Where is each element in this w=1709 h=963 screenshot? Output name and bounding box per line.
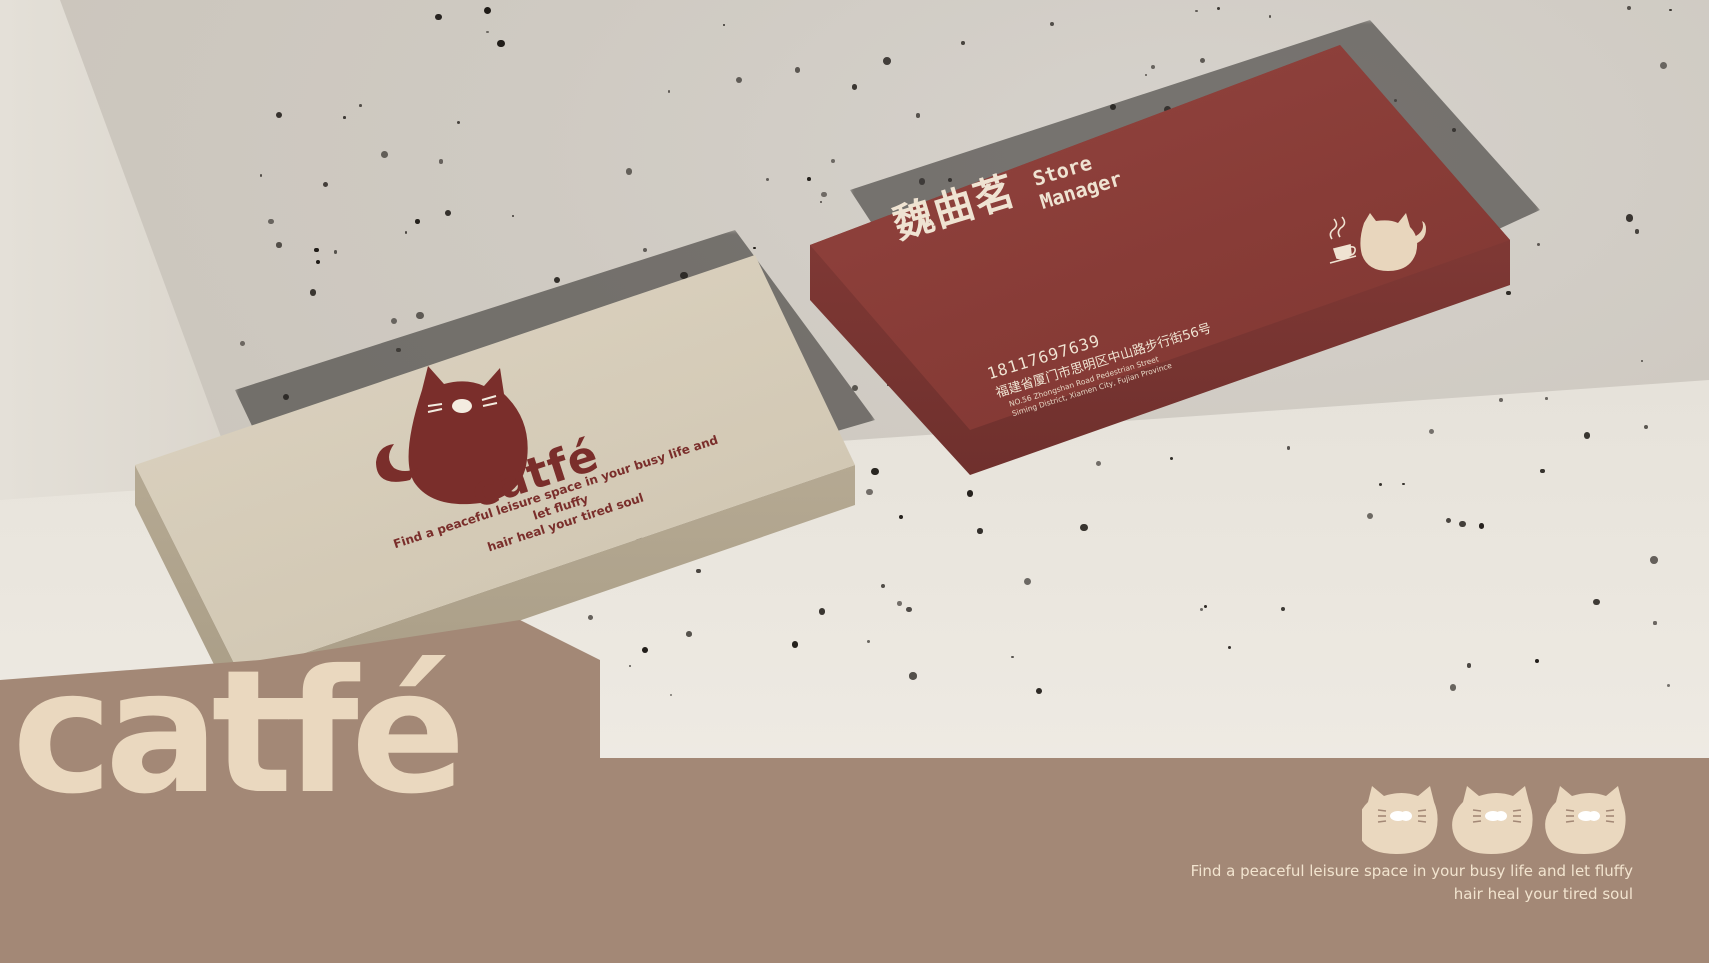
speckle-dot [906, 606, 912, 613]
speckle-dot [259, 174, 263, 177]
cat-head-icon [1362, 786, 1438, 854]
speckle-dot [497, 39, 505, 48]
speckle-dot [1498, 397, 1503, 402]
speckle-dot [512, 214, 515, 217]
speckle-dot [882, 57, 891, 65]
speckle-dot [806, 177, 811, 182]
speckle-dot [1659, 62, 1667, 70]
cat-silhouette-icon [1360, 213, 1426, 271]
speckle-dot [1545, 397, 1548, 400]
speckle-dot [736, 77, 743, 84]
speckle-dot [359, 104, 363, 108]
speckle-dot [1049, 21, 1054, 26]
speckle-dot [381, 151, 388, 159]
speckle-dot [1536, 242, 1541, 247]
speckle-dot [1144, 73, 1148, 77]
speckle-dot [896, 601, 902, 606]
speckle-dot [977, 528, 983, 534]
banner-tagline-line-2: hair heal your tired soul [1453, 885, 1633, 903]
speckle-dot [667, 90, 671, 93]
speckle-dot [404, 231, 408, 235]
speckle-dot [1625, 214, 1634, 222]
speckle-dot [314, 247, 319, 252]
speckle-dot [342, 116, 346, 119]
speckle-dot [851, 84, 858, 90]
speckle-dot [275, 111, 282, 118]
banner-tagline-line-1: Find a peaceful leisure space in your bu… [1190, 862, 1633, 880]
speckle-dot [961, 40, 965, 45]
speckle-dot [625, 168, 632, 175]
speckle-dot [753, 246, 756, 249]
card-icons [1329, 213, 1426, 271]
speckle-dot [795, 67, 801, 73]
speckle-dot [268, 218, 274, 225]
speckle-dot [1035, 688, 1042, 694]
cat-head-icon [1545, 786, 1626, 854]
speckle-dot [1626, 6, 1631, 11]
banner-tagline: Find a peaceful leisure space in your bu… [1113, 860, 1633, 906]
speckle-dot [831, 159, 836, 164]
speckle-dot [322, 182, 328, 188]
speckle-dot [1151, 64, 1156, 69]
speckle-dot [1268, 15, 1272, 18]
speckle-dot [766, 177, 770, 182]
speckle-dot [1478, 523, 1484, 529]
speckle-dot [899, 514, 904, 519]
speckle-dot [722, 23, 726, 27]
speckle-dot [486, 30, 489, 34]
speckle-dot [484, 7, 492, 15]
cat-heads-row [1362, 786, 1626, 854]
speckle-dot [1286, 446, 1291, 450]
speckle-dot [909, 672, 917, 680]
speckle-dot [1653, 621, 1657, 625]
speckle-dot [1216, 7, 1221, 11]
speckle-dot [1195, 10, 1198, 13]
speckle-dot [1011, 655, 1014, 659]
speckle-dot [1080, 523, 1088, 532]
speckle-dot [1466, 663, 1472, 668]
speckle-dot [456, 120, 461, 125]
cat-head-icon [1452, 786, 1533, 854]
speckle-dot [1540, 468, 1545, 473]
speckle-dot [333, 250, 337, 254]
speckle-dot [821, 191, 827, 198]
speckle-dot [1650, 556, 1658, 564]
speckle-dot [444, 209, 451, 216]
speckle-dot [276, 242, 282, 248]
speckle-dot [1199, 57, 1205, 63]
speckle-dot [966, 489, 974, 497]
speckle-dot [643, 248, 648, 253]
speckle-dot [415, 219, 420, 224]
banner-logo: catfé [12, 634, 466, 832]
cat-nose-spot [452, 399, 472, 413]
speckle-dot [1669, 8, 1672, 12]
speckle-dot [1593, 598, 1600, 606]
speckle-dot [1459, 520, 1466, 527]
speckle-dot [1506, 290, 1511, 296]
speckle-dot [438, 159, 444, 165]
banner-logo-block: catfé [0, 620, 610, 850]
speckle-dot [1634, 229, 1640, 234]
coffee-cup-icon [1329, 216, 1357, 264]
speckle-dot [435, 13, 442, 21]
speckle-dot [1640, 359, 1644, 363]
speckle-dot [820, 200, 823, 203]
speckle-dot [915, 113, 921, 118]
